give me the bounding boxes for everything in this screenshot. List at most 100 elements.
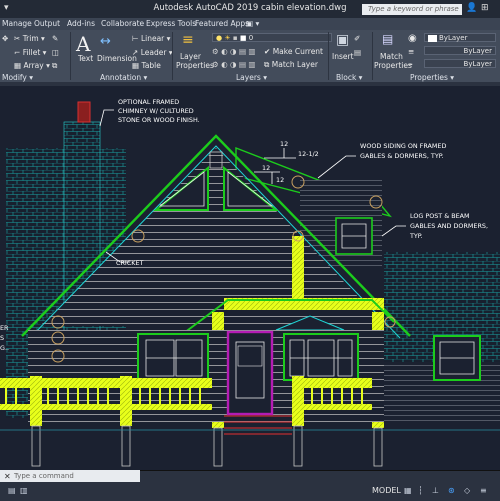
close-command-icon[interactable]: ✕: [4, 472, 11, 481]
drawing-canvas[interactable]: OPTIONAL FRAMED CHIMNEY W/ CULTURED STON…: [0, 86, 500, 470]
dimension-button-label[interactable]: Dimension: [97, 54, 137, 63]
layer-properties-icon[interactable]: ≡: [182, 32, 194, 48]
panel-label-properties[interactable]: Properties ▾: [410, 73, 454, 82]
layer-properties-label-2[interactable]: Properties: [176, 61, 214, 70]
color-swatch-icon: ■: [239, 34, 247, 42]
color-value: ByLayer: [439, 34, 468, 42]
user-icon[interactable]: 👤: [466, 3, 477, 13]
insert-button-label[interactable]: Insert: [332, 52, 354, 61]
panel-label-annotation[interactable]: Annotation ▾: [100, 73, 147, 82]
layer-dropdown[interactable]: ● ☀ ▪ ■ 0: [212, 33, 332, 42]
color-dropdown[interactable]: ByLayer: [424, 33, 496, 42]
fillet-icon: ⌐: [14, 48, 21, 57]
block-create-icon[interactable]: ▤: [354, 48, 361, 57]
panel-label-layers[interactable]: Layers ▾: [236, 73, 267, 82]
note-chimney-3: STONE OR WOOD FINISH.: [118, 116, 200, 124]
explode-icon[interactable]: ◫: [52, 48, 59, 57]
note-siding-1: WOOD SIDING ON FRAMED: [360, 142, 446, 150]
command-line-input[interactable]: Type a command: [0, 470, 140, 482]
panel-label-annotation-text: Annotation: [100, 73, 142, 82]
panel-label-block[interactable]: Block ▾: [336, 73, 362, 82]
grid-icon[interactable]: ▦: [404, 486, 412, 495]
layer-tool-icons-row1[interactable]: ⚙ ◐ ◑ ▤ ▥: [212, 47, 256, 56]
window-right: [283, 333, 359, 381]
sun-icon: ☀: [224, 34, 231, 42]
match-layer-label: Match Layer: [271, 60, 318, 69]
ribbon-separator: [70, 32, 71, 80]
table-button[interactable]: ▦ Table: [132, 61, 161, 70]
tab-add-ins[interactable]: Add-ins: [67, 18, 95, 30]
trim-icon: ✂: [14, 34, 21, 43]
log-post-upper: [292, 236, 304, 302]
polar-icon[interactable]: ⊛: [448, 486, 455, 495]
offset-icon[interactable]: ⧉: [52, 61, 57, 71]
tab-collaborate[interactable]: Collaborate: [101, 18, 144, 30]
model-layout-icon[interactable]: ▤: [8, 486, 16, 495]
ortho-icon[interactable]: ⊥: [432, 486, 439, 495]
linear-button[interactable]: ⊢ Linear ▾: [132, 34, 170, 43]
match-properties-icon[interactable]: ▤: [382, 32, 393, 46]
block-edit-icon[interactable]: ✐: [354, 34, 360, 43]
customization-icon[interactable]: ≡: [480, 486, 487, 495]
ribbon-separator: [328, 32, 329, 80]
layout-tab-icon[interactable]: ▥: [20, 486, 28, 495]
fillet-label: Fillet: [22, 48, 41, 57]
lineweight-icon: ≡: [408, 47, 415, 56]
leader-button[interactable]: ↗ Leader ▾: [132, 48, 173, 57]
match-properties-label-2[interactable]: Properties: [374, 61, 412, 70]
dimension-icon[interactable]: ↔: [100, 34, 111, 49]
front-door: [226, 330, 274, 416]
erase-icon[interactable]: ✎: [52, 34, 58, 43]
text-button-label[interactable]: Text: [78, 54, 93, 63]
make-current-button[interactable]: ✔ Make Current: [264, 47, 323, 56]
left-note-3: G..: [0, 344, 9, 352]
color-wheel-icon[interactable]: ◉: [408, 33, 417, 44]
ribbon-options-icon[interactable]: ▣ ▾: [246, 18, 259, 30]
tab-featured-apps[interactable]: Featured Apps: [195, 18, 249, 30]
match-layer-button[interactable]: ⧉ Match Layer: [264, 60, 318, 70]
linetype-dropdown[interactable]: ByLayer: [424, 59, 496, 68]
linetype-icon: ┅: [408, 60, 413, 69]
leader-icon: ↗: [132, 48, 139, 57]
tab-output[interactable]: Output: [34, 18, 60, 30]
tab-express-tools[interactable]: Express Tools: [146, 18, 196, 30]
make-current-label: Make Current: [272, 47, 323, 56]
left-note-1: ER: [0, 324, 9, 332]
layer-tool-icons-row2[interactable]: ⚙ ◐ ◑ ▤ ▥: [212, 60, 256, 69]
trim-label: Trim: [22, 34, 39, 43]
pitch-label-12-half: 12-1/2: [298, 150, 319, 158]
osnap-icon[interactable]: ◇: [464, 486, 470, 495]
note-log-1: LOG POST & BEAM: [410, 212, 470, 220]
model-space-button[interactable]: MODEL: [372, 486, 401, 495]
panel-label-modify-text: Modify: [2, 73, 27, 82]
text-button-icon[interactable]: A: [76, 32, 90, 56]
ribbon-separator: [372, 32, 373, 80]
lock-icon: ▪: [232, 34, 238, 42]
snap-icon[interactable]: ┆: [418, 486, 423, 495]
fillet-button[interactable]: ⌐ Fillet ▾: [14, 48, 46, 57]
panel-label-block-text: Block: [336, 73, 357, 82]
panel-label-layers-text: Layers: [236, 73, 261, 82]
insert-icon[interactable]: ▣: [336, 32, 349, 48]
note-chimney-1: OPTIONAL FRAMED: [118, 98, 179, 106]
ribbon-separator: [172, 32, 173, 80]
note-cricket: CRICKET: [116, 259, 143, 267]
array-button[interactable]: ▦ Array ▾: [14, 61, 50, 70]
move-button[interactable]: ✥: [2, 34, 8, 43]
color-swatch: [428, 34, 437, 42]
lineweight-dropdown[interactable]: ByLayer: [424, 46, 496, 55]
cabin-elevation-drawing: OPTIONAL FRAMED CHIMNEY W/ CULTURED STON…: [0, 98, 500, 467]
cart-icon[interactable]: ⊞: [481, 3, 489, 13]
panel-label-modify[interactable]: Modify ▾: [2, 73, 33, 82]
left-note-2: S: [0, 334, 4, 342]
trim-button[interactable]: ✂ Trim ▾: [14, 34, 45, 43]
array-icon: ▦: [14, 61, 22, 70]
linetype-value: ByLayer: [463, 60, 492, 68]
array-dropdown-icon: ▾: [46, 61, 50, 70]
layer-properties-label-1[interactable]: Layer: [180, 52, 201, 61]
match-properties-label-1[interactable]: Match: [380, 52, 403, 61]
panel-label-properties-text: Properties: [410, 73, 448, 82]
tab-manage[interactable]: Manage: [2, 18, 32, 30]
layer-value: 0: [248, 34, 254, 42]
search-input[interactable]: Type a keyword or phrase: [362, 4, 462, 15]
